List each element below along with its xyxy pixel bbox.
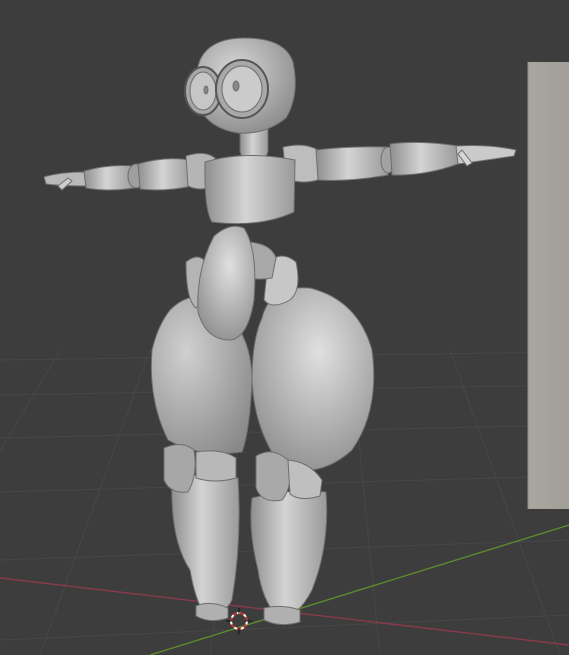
left-arm[interactable] bbox=[43, 152, 216, 191]
left-knee bbox=[163, 444, 196, 493]
abdomen-piece[interactable] bbox=[197, 225, 256, 341]
right-hip-shell[interactable] bbox=[251, 287, 375, 472]
left-leg[interactable] bbox=[163, 444, 240, 622]
right-leg[interactable] bbox=[250, 451, 328, 626]
chest-plate[interactable] bbox=[204, 155, 296, 225]
3d-viewport[interactable] bbox=[0, 0, 569, 655]
viewport-canvas[interactable] bbox=[0, 0, 569, 655]
head[interactable] bbox=[184, 37, 296, 134]
background-plane[interactable] bbox=[528, 62, 569, 509]
robot-character-model[interactable] bbox=[43, 37, 517, 626]
right-knee bbox=[255, 451, 291, 502]
right-arm[interactable] bbox=[282, 141, 517, 183]
